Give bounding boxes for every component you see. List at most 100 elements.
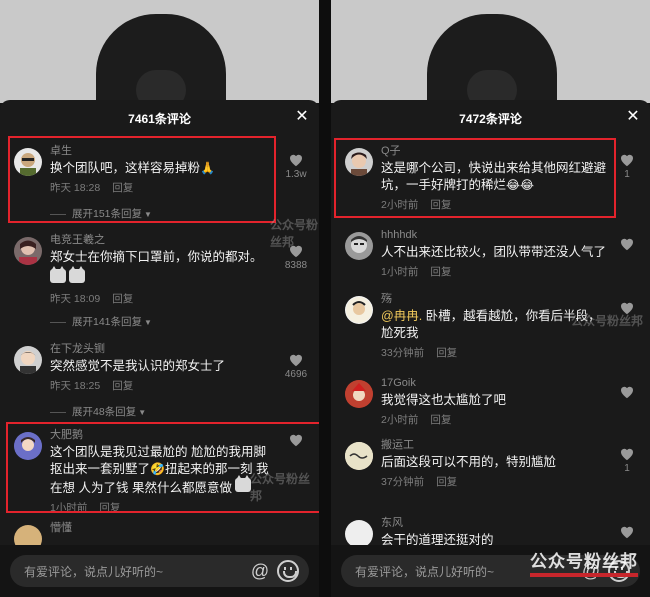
comment-author[interactable]: hhhhdk	[381, 228, 610, 242]
comment-time: 33分钟前	[381, 347, 425, 359]
avatar[interactable]	[345, 520, 373, 548]
comment-time: 1小时前	[50, 502, 88, 514]
comment-author[interactable]: 卓生	[50, 144, 279, 158]
avatar[interactable]	[345, 148, 373, 176]
like-count: 8388	[284, 260, 308, 271]
avatar[interactable]	[345, 380, 373, 408]
close-icon[interactable]: ✕	[624, 108, 642, 126]
avatar[interactable]	[14, 237, 42, 265]
like-button[interactable]	[612, 236, 642, 251]
heart-icon	[621, 302, 633, 315]
comment-time: 昨天 18:25	[50, 380, 101, 392]
reply-button[interactable]: 回复	[112, 380, 133, 392]
comment-text: 人不出来还比较火，团队带带还没人气了	[381, 245, 607, 259]
comment-author[interactable]: 大肥鹅	[50, 428, 275, 442]
heart-icon	[290, 154, 302, 167]
comment-text: 这是哪个公司，快说出来给其他网红避避坑，一手好牌打的稀烂😂😂	[381, 161, 607, 192]
comment-text: 这个团队是我见过最尬的 尬尬的我用脚抠出来一套别墅了🤣扭起来的那一刻 我在想 人…	[50, 445, 269, 495]
sheet-header: 7461条评论 ✕	[0, 100, 319, 136]
like-button[interactable]	[612, 384, 642, 399]
heart-icon	[621, 238, 633, 251]
comment-author[interactable]: 搬运工	[381, 438, 610, 452]
avatar[interactable]	[14, 432, 42, 460]
comment-text: 我觉得这也太尴尬了吧	[381, 393, 507, 407]
comment-text: 郑女士在你摘下口罩前，你说的都对。	[50, 250, 263, 264]
emoji: 🤣	[150, 462, 165, 476]
input-placeholder: 有爱评论，说点儿好听的~	[355, 565, 495, 579]
like-count: 1.3w	[285, 169, 307, 180]
cat-emoji-stickers	[50, 266, 279, 288]
mention-icon[interactable]: @	[580, 560, 602, 582]
expand-replies[interactable]: 展开151条回复 ▼	[50, 206, 152, 221]
avatar[interactable]	[14, 346, 42, 374]
screenshot-divider	[319, 0, 331, 597]
like-button[interactable]	[612, 300, 642, 315]
video-background	[331, 0, 650, 103]
reply-button[interactable]: 回复	[430, 414, 451, 426]
reply-button[interactable]: 回复	[99, 502, 120, 514]
heart-icon	[621, 448, 633, 461]
like-button[interactable]	[612, 524, 642, 539]
close-icon[interactable]: ✕	[293, 108, 311, 126]
cat-emoji-sticker	[234, 475, 251, 492]
expand-replies[interactable]: 展开48条回复 ▼	[50, 404, 146, 419]
like-button[interactable]	[281, 432, 311, 447]
avatar[interactable]	[345, 232, 373, 260]
reply-button[interactable]: 回复	[430, 266, 451, 278]
right-comment-screenshot: 7472条评论 ✕ Q子 这是哪个公司，快说出来给其他网红避避坑，一手好牌打的稀…	[331, 0, 650, 597]
comment-author[interactable]: Q子	[381, 144, 610, 158]
comment-author[interactable]: 17Goik	[381, 376, 610, 390]
avatar[interactable]	[14, 148, 42, 176]
like-count: 1	[624, 169, 630, 180]
heart-icon	[621, 154, 633, 167]
sheet-header: 7472条评论 ✕	[331, 100, 650, 136]
comment-input-bar: 有爱评论，说点儿好听的~ @	[0, 545, 319, 597]
video-background	[0, 0, 319, 103]
comment-sheet: 7472条评论 ✕ Q子 这是哪个公司，快说出来给其他网红避避坑，一手好牌打的稀…	[331, 100, 650, 597]
reply-button[interactable]: 回复	[112, 293, 133, 305]
comment-input[interactable]: 有爱评论，说点儿好听的~ @	[10, 555, 309, 587]
emoji: 😂😂	[506, 178, 535, 192]
comment-time: 1小时前	[381, 266, 419, 278]
emoji: 🙏	[200, 161, 215, 175]
comment-author[interactable]: 懵懂	[50, 521, 279, 535]
comment-author[interactable]: 殇	[381, 292, 610, 306]
expand-replies[interactable]: 展开141条回复 ▼	[50, 314, 152, 329]
avatar[interactable]	[345, 296, 373, 324]
emoji-icon[interactable]	[608, 560, 630, 582]
comment-author[interactable]: 东风	[381, 516, 610, 530]
like-button[interactable]: 1	[612, 446, 642, 474]
avatar[interactable]	[345, 442, 373, 470]
reply-button[interactable]: 回复	[112, 182, 133, 194]
comment-count-title: 7461条评论	[128, 112, 191, 126]
comment-text: 换个团队吧，这样容易掉粉🙏	[50, 161, 215, 175]
comment-text: 突然感觉不是我认识的郑女士了	[50, 359, 226, 373]
left-comment-screenshot: 7461条评论 ✕ 卓生 换个团队吧，这样容易掉粉🙏 昨天 18:28 回复 1.…	[0, 0, 319, 597]
comment-time: 2小时前	[381, 199, 419, 211]
reply-button[interactable]: 回复	[430, 199, 451, 211]
heart-icon	[290, 354, 302, 367]
comment-text: 后面这段可以不用的，特别尴尬	[381, 455, 557, 469]
comment-time: 昨天 18:09	[50, 293, 101, 305]
heart-icon	[621, 526, 633, 539]
mention-icon[interactable]: @	[249, 560, 271, 582]
comment-input[interactable]: 有爱评论，说点儿好听的~ @	[341, 555, 640, 587]
comment-text: @冉冉. 卧槽，越看越尬，你看后半段，尬死我	[381, 309, 601, 340]
comment-count-title: 7472条评论	[459, 112, 522, 126]
like-button[interactable]: 8388	[281, 243, 311, 271]
input-placeholder: 有爱评论，说点儿好听的~	[24, 565, 164, 579]
like-button[interactable]: 1.3w	[281, 152, 311, 180]
mention-link[interactable]: @冉冉.	[381, 309, 422, 323]
reply-button[interactable]: 回复	[436, 347, 457, 359]
comment-time: 37分钟前	[381, 476, 425, 488]
heart-icon	[290, 434, 302, 447]
reply-button[interactable]: 回复	[436, 476, 457, 488]
heart-icon	[621, 386, 633, 399]
emoji-icon[interactable]	[277, 560, 299, 582]
comment-author[interactable]: 在下龙头铡	[50, 342, 279, 356]
comment-time: 2小时前	[381, 414, 419, 426]
like-button[interactable]: 4696	[281, 352, 311, 380]
like-button[interactable]: 1	[612, 152, 642, 180]
comment-input-bar: 有爱评论，说点儿好听的~ @	[331, 545, 650, 597]
comment-author[interactable]: 电竞王羲之	[50, 233, 279, 247]
